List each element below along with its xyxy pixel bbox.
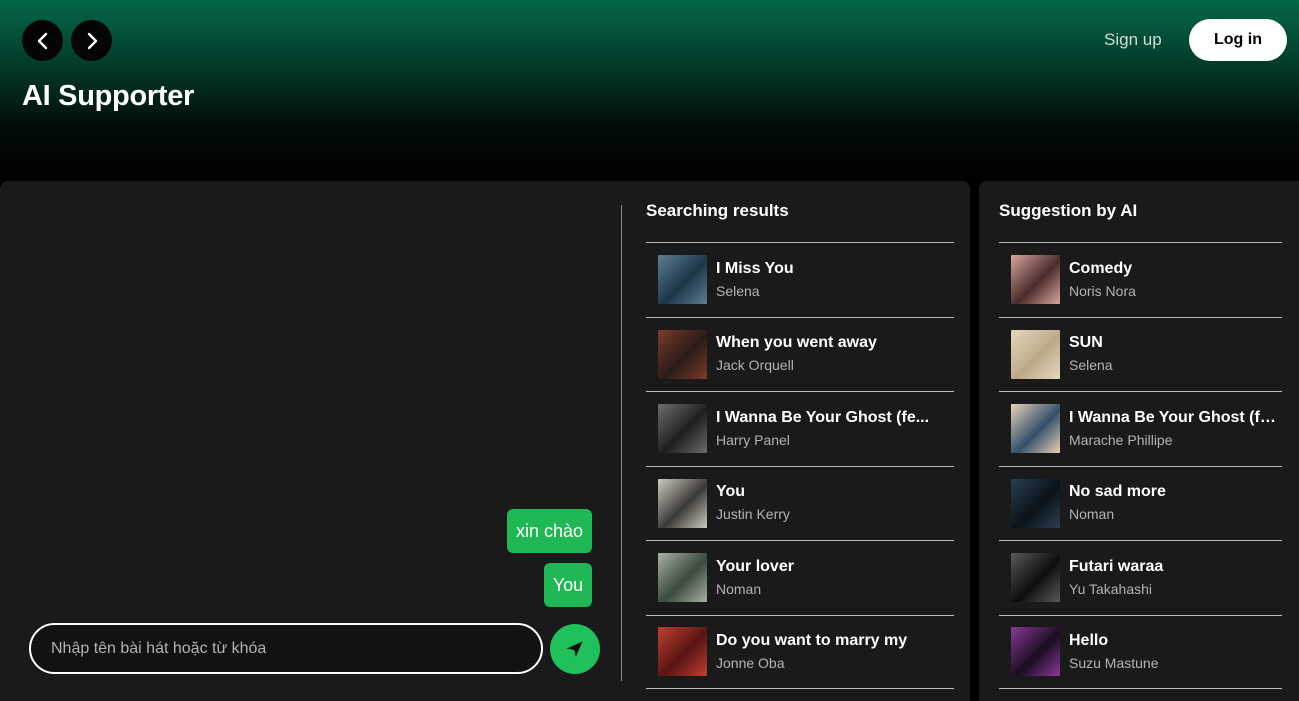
search-result-item[interactable]: Do you want to marry my Jonne Oba — [646, 614, 954, 689]
search-result-item[interactable]: I Wanna Be Your Ghost (fe... Harry Panel — [646, 391, 954, 466]
song-artist: Justin Kerry — [716, 506, 790, 523]
song-artist: Selena — [1069, 357, 1113, 374]
album-cover — [1011, 627, 1060, 677]
suggestion-item[interactable]: Hello Suzu Mastune — [999, 614, 1282, 689]
send-icon — [566, 641, 583, 657]
panel-divider — [621, 205, 622, 681]
song-title: I Wanna Be Your Ghost (fe... — [716, 408, 930, 426]
album-cover — [1011, 255, 1060, 305]
song-title: No sad more — [1069, 483, 1166, 501]
song-title: Your lover — [716, 557, 794, 575]
song-title: When you went away — [716, 334, 877, 352]
chevron-left-icon — [37, 32, 47, 49]
song-title: I Miss You — [716, 259, 794, 277]
search-result-item[interactable]: When you went away Jack Orquell — [646, 316, 954, 392]
album-cover — [1011, 404, 1060, 454]
song-title: SUN — [1069, 334, 1103, 352]
song-artist: Marache Phillipe — [1069, 431, 1173, 448]
album-cover — [658, 255, 707, 305]
suggestion-item[interactable]: No sad more Noman — [999, 465, 1282, 541]
suggestion-title: Suggestion by AI — [999, 201, 1138, 220]
header-gradient — [0, 0, 1299, 180]
search-results-list: I Miss You Selena When you went away Jack O… — [646, 242, 954, 689]
suggestion-item[interactable]: I Wanna Be Your Ghost (fe... Marache Phil… — [999, 391, 1282, 466]
album-cover — [658, 627, 707, 677]
song-artist: Jonne Oba — [716, 654, 785, 671]
song-artist: Noris Nora — [1069, 282, 1136, 299]
album-cover — [658, 404, 707, 454]
search-results-title: Searching results — [646, 201, 789, 220]
suggestion-item[interactable]: Comedy Noris Nora — [999, 242, 1282, 317]
song-title: Comedy — [1069, 259, 1133, 277]
suggestion-item[interactable]: SUN Selena — [999, 316, 1282, 392]
song-artist: Selena — [716, 282, 760, 299]
album-cover — [1011, 478, 1060, 528]
song-artist: Noman — [1069, 506, 1115, 523]
search-result-item[interactable]: You Justin Kerry — [646, 465, 954, 541]
song-title: I Wanna Be Your Ghost (fe... — [1069, 408, 1277, 426]
login-button[interactable]: Log in — [1189, 19, 1287, 61]
album-cover — [1011, 553, 1060, 603]
signup-link[interactable]: Sign up — [1104, 30, 1162, 50]
forward-button[interactable] — [71, 20, 112, 61]
album-cover — [658, 553, 707, 603]
song-title: Futari waraa — [1069, 557, 1164, 575]
song-title: Do you want to marry my — [716, 631, 908, 649]
song-title: Hello — [1069, 631, 1109, 649]
back-button[interactable] — [22, 20, 63, 61]
page-title: AI Supporter — [22, 80, 195, 112]
song-artist: Noman — [716, 580, 762, 597]
search-result-item[interactable]: Your lover Noman — [646, 540, 954, 615]
album-cover — [658, 329, 707, 379]
send-button[interactable] — [550, 624, 600, 674]
chat-message: xin chào — [507, 509, 592, 553]
chat-message: You — [544, 563, 592, 607]
song-artist: Jack Orquell — [716, 357, 794, 374]
song-title: You — [716, 483, 746, 501]
search-input[interactable] — [29, 623, 543, 674]
suggestion-item[interactable]: Futari waraa Yu Takahashi — [999, 540, 1282, 615]
album-cover — [1011, 329, 1060, 379]
album-cover — [658, 478, 707, 528]
chevron-right-icon — [87, 32, 97, 49]
song-artist: Yu Takahashi — [1069, 580, 1153, 597]
song-artist: Harry Panel — [716, 431, 790, 448]
song-artist: Suzu Mastune — [1069, 654, 1159, 671]
suggestion-list: Comedy Noris Nora SUN Selena I Wanna Be Your… — [999, 242, 1282, 689]
search-result-item[interactable]: I Miss You Selena — [646, 242, 954, 317]
